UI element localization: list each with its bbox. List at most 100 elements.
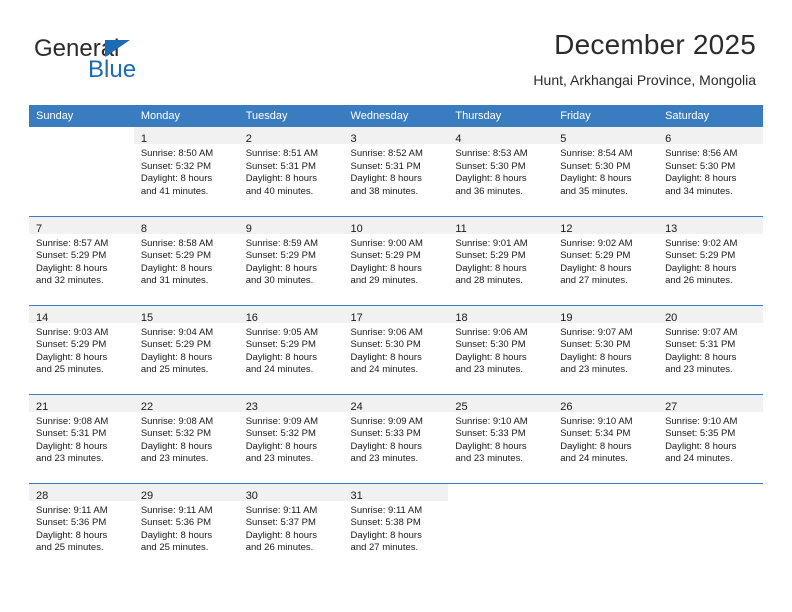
calendar-cell[interactable]: 21 Sunrise: 9:08 AM Sunset: 5:31 PM Dayligh…	[29, 393, 134, 483]
calendar-cell[interactable]: 29 Sunrise: 9:11 AM Sunset: 5:36 PM Dayligh…	[133, 482, 239, 572]
sunrise-time: Sunrise: 9:10 AM	[455, 415, 528, 427]
sunset-time: Sunset: 5:29 PM	[455, 250, 526, 262]
day-cell: 5 Sunrise: 8:54 AM Sunset: 5:30 PM Daylight…	[553, 127, 659, 216]
day-number-band	[553, 484, 658, 501]
daylight-duration-line1: Daylight: 8 hours	[350, 440, 422, 452]
day-number: 18	[455, 311, 468, 324]
sunset-time: Sunset: 5:30 PM	[560, 339, 631, 351]
calendar-cell[interactable]: 8 Sunrise: 8:58 AM Sunset: 5:29 PM Daylight…	[133, 215, 239, 305]
calendar-cell[interactable]: 11 Sunrise: 9:01 AM Sunset: 5:29 PM Dayligh…	[448, 215, 554, 305]
calendar-cell[interactable]: 10 Sunrise: 9:00 AM Sunset: 5:29 PM Dayligh…	[343, 215, 449, 305]
day-details: Sunrise: 9:06 AM Sunset: 5:30 PM Daylight:…	[344, 323, 449, 377]
calendar-cell[interactable]: 24 Sunrise: 9:09 AM Sunset: 5:33 PM Dayligh…	[343, 393, 449, 483]
daylight-duration-line2: and 29 minutes.	[350, 275, 419, 287]
calendar-cell[interactable]: 18 Sunrise: 9:06 AM Sunset: 5:30 PM Dayligh…	[448, 304, 554, 394]
daylight-duration-line1: Daylight: 8 hours	[245, 529, 317, 541]
calendar-cell[interactable]: 1 Sunrise: 8:50 AM Sunset: 5:32 PM Daylight…	[133, 127, 239, 216]
sunrise-time: Sunrise: 8:51 AM	[245, 148, 319, 159]
calendar-cell[interactable]: 17 Sunrise: 9:06 AM Sunset: 5:30 PM Dayligh…	[343, 304, 449, 394]
calendar-cell[interactable]: 26 Sunrise: 9:10 AM Sunset: 5:34 PM Dayligh…	[553, 393, 659, 483]
sunrise-time: Sunrise: 8:53 AM	[455, 148, 528, 159]
sunset-time: Sunset: 5:29 PM	[245, 339, 316, 351]
daylight-duration-line2: and 36 minutes.	[455, 185, 523, 197]
calendar-cell[interactable]: 16 Sunrise: 9:05 AM Sunset: 5:29 PM Dayligh…	[238, 304, 344, 394]
calendar-cell[interactable]: 27 Sunrise: 9:10 AM Sunset: 5:35 PM Dayligh…	[658, 393, 763, 483]
calendar-cell[interactable]: 28 Sunrise: 9:11 AM Sunset: 5:36 PM Dayligh…	[29, 482, 134, 572]
general-blue-logo[interactable]: General Blue	[34, 36, 234, 88]
calendar-cell[interactable]: 2 Sunrise: 8:51 AM Sunset: 5:31 PM Daylight…	[238, 127, 344, 216]
daylight-duration-line2: and 23 minutes.	[665, 364, 733, 376]
sunset-time: Sunset: 5:29 PM	[140, 339, 212, 351]
day-details: Sunrise: 9:11 AM Sunset: 5:36 PM Daylight:…	[29, 501, 134, 555]
day-details: Sunrise: 8:51 AM Sunset: 5:31 PM Daylight:…	[239, 144, 344, 198]
day-cell: 20 Sunrise: 9:07 AM Sunset: 5:31 PM Dayligh…	[658, 305, 763, 394]
sunrise-time: Sunrise: 9:07 AM	[560, 326, 633, 338]
daylight-duration-line1: Daylight: 8 hours	[560, 262, 632, 274]
daylight-duration-line2: and 31 minutes.	[140, 275, 209, 287]
day-number: 29	[140, 489, 154, 502]
day-number: 23	[245, 400, 258, 413]
sunrise-time: Sunrise: 9:02 AM	[560, 237, 633, 249]
sunrise-time: Sunrise: 9:06 AM	[455, 326, 528, 338]
calendar-cell[interactable]: 3 Sunrise: 8:52 AM Sunset: 5:31 PM Daylight…	[343, 127, 449, 216]
sunset-time: Sunset: 5:30 PM	[455, 339, 526, 351]
day-number: 16	[245, 311, 258, 324]
daylight-duration-line2: and 23 minutes.	[140, 453, 209, 465]
calendar-cell[interactable]: 30 Sunrise: 9:11 AM Sunset: 5:37 PM Dayligh…	[238, 482, 344, 572]
day-cell: 27 Sunrise: 9:10 AM Sunset: 5:35 PM Dayligh…	[658, 394, 763, 483]
daylight-duration-line2: and 24 minutes.	[665, 453, 733, 465]
calendar-cell	[658, 482, 763, 572]
day-details: Sunrise: 9:07 AM Sunset: 5:31 PM Daylight:…	[658, 323, 763, 377]
daylight-duration-line1: Daylight: 8 hours	[140, 262, 213, 274]
calendar-page: General Blue December 2025 Hunt, Arkhang…	[0, 0, 792, 612]
day-number-band: 26	[553, 394, 659, 413]
sunset-time: Sunset: 5:29 PM	[245, 250, 316, 262]
daylight-duration-line1: Daylight: 8 hours	[140, 440, 213, 452]
calendar-cell[interactable]: 5 Sunrise: 8:54 AM Sunset: 5:30 PM Daylight…	[553, 127, 659, 216]
calendar-cell[interactable]: 19 Sunrise: 9:07 AM Sunset: 5:30 PM Dayligh…	[553, 304, 659, 394]
daylight-duration-line2: and 23 minutes.	[350, 453, 419, 465]
day-number: 22	[140, 400, 154, 413]
day-number-band	[658, 484, 763, 501]
day-number: 28	[36, 489, 49, 502]
day-details: Sunrise: 8:54 AM Sunset: 5:30 PM Daylight:…	[553, 144, 658, 198]
calendar-cell[interactable]: 23 Sunrise: 9:09 AM Sunset: 5:32 PM Dayligh…	[238, 393, 344, 483]
day-cell: 7 Sunrise: 8:57 AM Sunset: 5:29 PM Daylight…	[29, 216, 134, 305]
sunrise-time: Sunrise: 9:10 AM	[560, 415, 633, 427]
daylight-duration-line2: and 40 minutes.	[245, 185, 314, 197]
sunset-time: Sunset: 5:31 PM	[350, 160, 421, 172]
calendar-cell[interactable]: 7 Sunrise: 8:57 AM Sunset: 5:29 PM Daylight…	[29, 215, 134, 305]
page-header: General Blue December 2025 Hunt, Arkhang…	[0, 0, 792, 100]
day-details: Sunrise: 9:03 AM Sunset: 5:29 PM Daylight:…	[29, 323, 134, 377]
daylight-duration-line2: and 26 minutes.	[665, 275, 733, 287]
calendar-cell[interactable]: 4 Sunrise: 8:53 AM Sunset: 5:30 PM Daylight…	[448, 127, 554, 216]
sunrise-time: Sunrise: 9:00 AM	[350, 237, 423, 249]
calendar-cell[interactable]: 6 Sunrise: 8:56 AM Sunset: 5:30 PM Daylight…	[658, 127, 763, 216]
day-number-band: 14	[29, 305, 134, 324]
daylight-duration-line1: Daylight: 8 hours	[350, 262, 422, 274]
calendar-cell[interactable]: 9 Sunrise: 8:59 AM Sunset: 5:29 PM Daylight…	[238, 215, 344, 305]
calendar-cell[interactable]: 25 Sunrise: 9:10 AM Sunset: 5:33 PM Dayligh…	[448, 393, 554, 483]
daylight-duration-line2: and 25 minutes.	[140, 542, 209, 554]
daylight-duration-line2: and 23 minutes.	[560, 364, 628, 376]
daylight-duration-line2: and 34 minutes.	[665, 185, 733, 197]
daylight-duration-line2: and 24 minutes.	[350, 364, 419, 376]
sunset-time: Sunset: 5:32 PM	[245, 428, 316, 440]
calendar-cell[interactable]: 15 Sunrise: 9:04 AM Sunset: 5:29 PM Dayligh…	[133, 304, 239, 394]
page-subtitle: Hunt, Arkhangai Province, Mongolia	[533, 72, 756, 88]
calendar-cell[interactable]: 12 Sunrise: 9:02 AM Sunset: 5:29 PM Dayligh…	[553, 215, 659, 305]
day-number: 5	[560, 133, 567, 145]
sunset-time: Sunset: 5:33 PM	[455, 428, 526, 440]
calendar-cell[interactable]: 22 Sunrise: 9:08 AM Sunset: 5:32 PM Dayligh…	[133, 393, 239, 483]
calendar-cell[interactable]: 20 Sunrise: 9:07 AM Sunset: 5:31 PM Dayligh…	[658, 304, 763, 394]
day-number: 4	[455, 133, 462, 145]
daylight-duration-line1: Daylight: 8 hours	[36, 262, 108, 274]
daylight-duration-line2: and 23 minutes.	[36, 453, 104, 465]
day-cell: 25 Sunrise: 9:10 AM Sunset: 5:33 PM Dayligh…	[448, 394, 554, 483]
day-number: 10	[350, 222, 363, 235]
day-cell: 22 Sunrise: 9:08 AM Sunset: 5:32 PM Dayligh…	[133, 394, 239, 483]
day-number-band: 1	[133, 127, 239, 145]
calendar-cell[interactable]: 31 Sunrise: 9:11 AM Sunset: 5:38 PM Dayligh…	[343, 482, 449, 572]
calendar-cell[interactable]: 13 Sunrise: 9:02 AM Sunset: 5:29 PM Dayligh…	[658, 215, 763, 305]
calendar-cell[interactable]: 14 Sunrise: 9:03 AM Sunset: 5:29 PM Dayligh…	[29, 304, 134, 394]
